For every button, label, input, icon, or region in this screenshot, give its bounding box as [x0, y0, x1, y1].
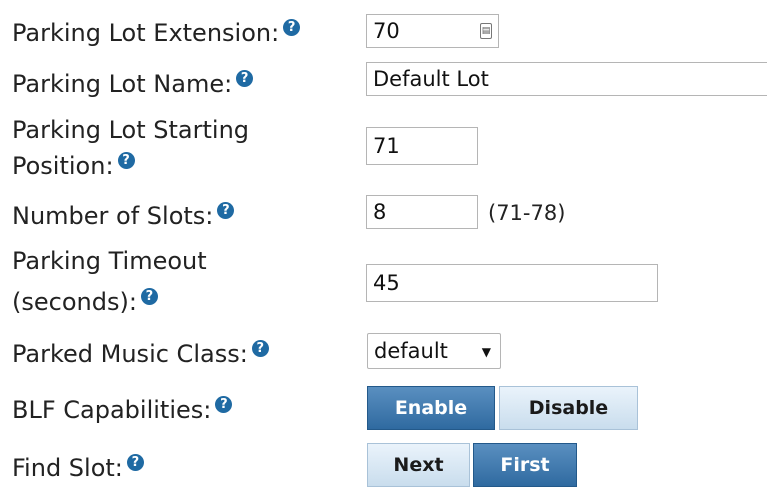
- help-icon[interactable]: ?: [126, 454, 144, 471]
- parking-timeout-label-line1: Parking Timeout: [12, 247, 207, 275]
- find-slot-next-button[interactable]: Next: [367, 443, 470, 487]
- help-icon[interactable]: ?: [140, 288, 158, 305]
- parked-music-class-label: Parked Music Class:?: [12, 338, 269, 370]
- parking-lot-name-input[interactable]: Default Lot: [366, 62, 767, 96]
- help-icon[interactable]: ?: [283, 19, 301, 36]
- parking-lot-name-label: Parking Lot Name:?: [12, 68, 254, 100]
- parking-lot-extension-label: Parking Lot Extension:?: [12, 17, 301, 49]
- help-icon[interactable]: ?: [217, 202, 235, 219]
- blf-disable-button[interactable]: Disable: [499, 386, 638, 430]
- blf-capabilities-label: BLF Capabilities:?: [12, 394, 233, 426]
- number-of-slots-input[interactable]: 8: [366, 195, 478, 229]
- starting-position-label-line1: Parking Lot Starting: [12, 116, 250, 144]
- parking-timeout-label-line2: (seconds):?: [12, 286, 158, 318]
- help-icon[interactable]: ?: [117, 152, 135, 169]
- help-icon[interactable]: ?: [215, 396, 233, 413]
- parking-lot-extension-input[interactable]: 70 ▤: [366, 14, 499, 48]
- parked-music-class-select[interactable]: default ▼: [367, 333, 501, 369]
- help-icon[interactable]: ?: [251, 340, 269, 357]
- blf-enable-button[interactable]: Enable: [367, 386, 495, 430]
- starting-position-input[interactable]: 71: [366, 127, 478, 165]
- starting-position-label-line2: Position:?: [12, 150, 135, 182]
- find-slot-first-button[interactable]: First: [473, 443, 577, 487]
- parking-timeout-input[interactable]: 45: [366, 264, 658, 302]
- number-of-slots-label: Number of Slots:?: [12, 200, 235, 232]
- help-icon[interactable]: ?: [236, 70, 254, 87]
- slot-range-text: (71-78): [488, 201, 566, 225]
- chevron-down-icon: ▼: [481, 345, 491, 359]
- find-slot-label: Find Slot:?: [12, 452, 144, 484]
- calculator-icon[interactable]: ▤: [480, 23, 492, 39]
